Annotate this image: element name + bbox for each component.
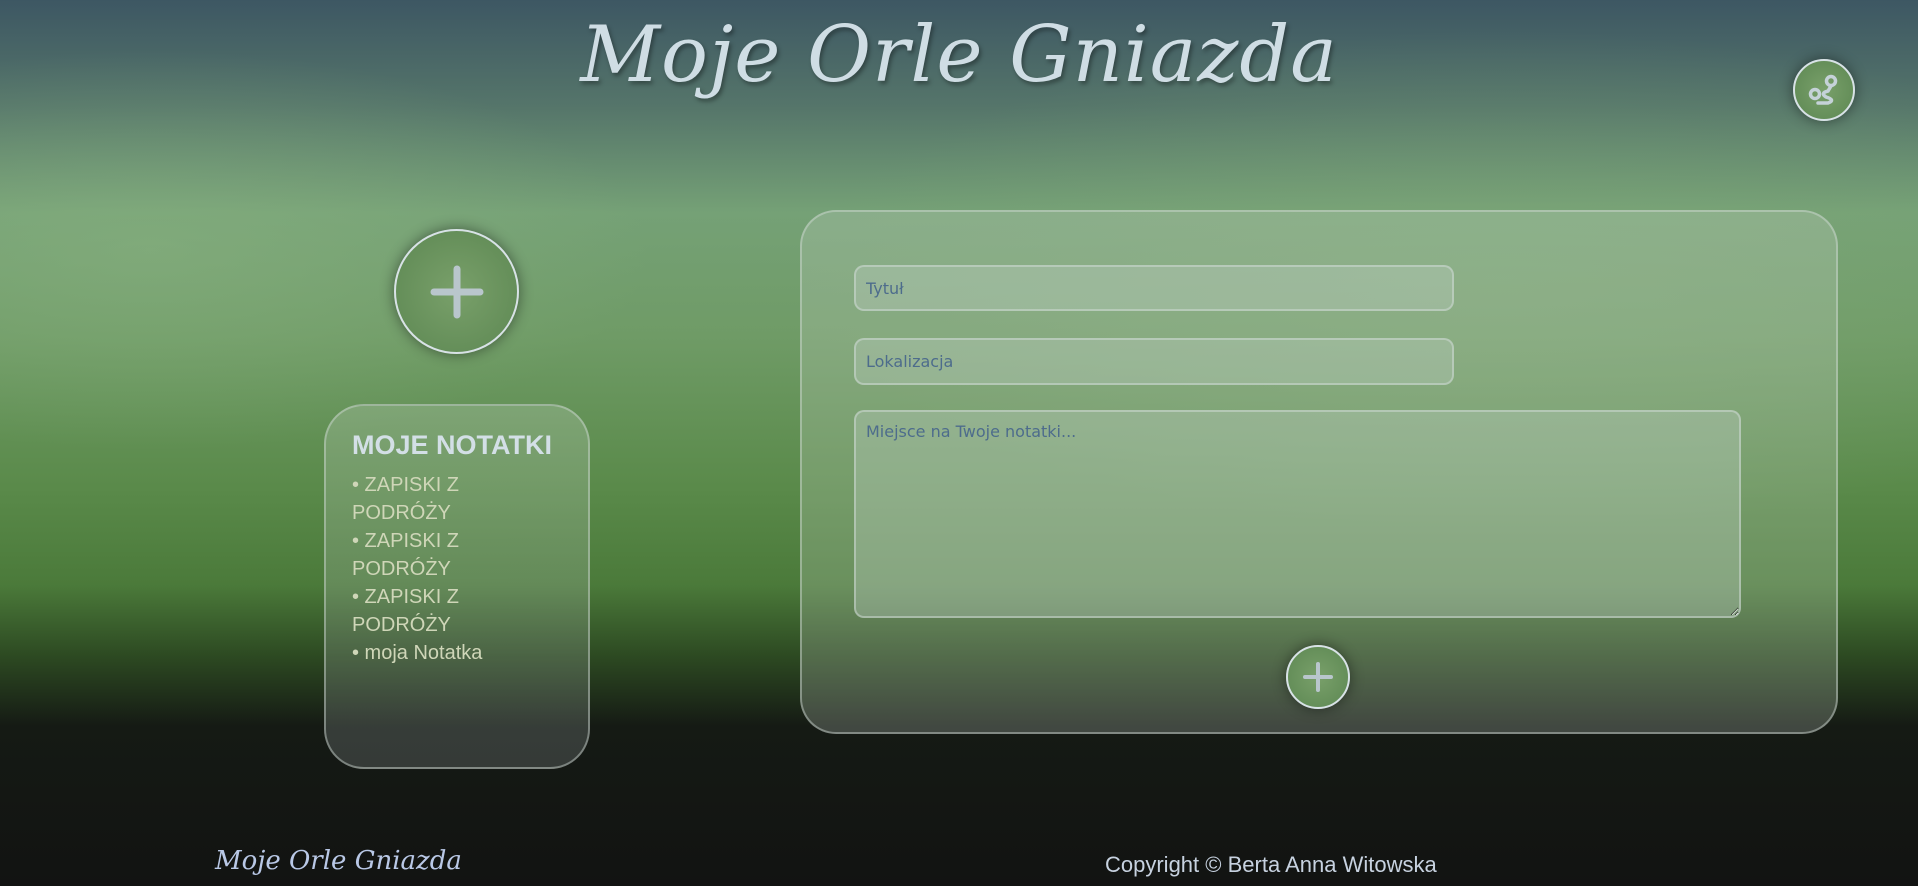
notes-list: • ZAPISKI Z PODRÓŻY • ZAPISKI Z PODRÓŻY … bbox=[352, 471, 562, 667]
submit-note-button[interactable] bbox=[1286, 645, 1350, 709]
route-button[interactable] bbox=[1793, 59, 1855, 121]
note-item[interactable]: • moja Notatka bbox=[352, 639, 552, 667]
site-title: Moje Orle Gniazda bbox=[580, 10, 1338, 100]
note-item[interactable]: • ZAPISKI Z PODRÓŻY bbox=[352, 471, 502, 527]
notes-heading: MOJE NOTATKI bbox=[352, 430, 552, 460]
add-note-button[interactable] bbox=[394, 229, 519, 354]
plus-icon bbox=[430, 265, 483, 318]
note-item[interactable]: • ZAPISKI Z PODRÓŻY bbox=[352, 527, 502, 583]
plus-icon bbox=[1303, 662, 1333, 692]
copyright: Copyright © Berta Anna Witowska bbox=[1105, 852, 1437, 877]
notes-textarea[interactable] bbox=[854, 410, 1741, 618]
footer-logo: Moje Orle Gniazda bbox=[215, 846, 462, 876]
location-input[interactable] bbox=[854, 338, 1454, 385]
title-input[interactable] bbox=[854, 265, 1454, 311]
route-icon bbox=[1808, 74, 1838, 105]
notes-panel: MOJE NOTATKI • ZAPISKI Z PODRÓŻY • ZAPIS… bbox=[324, 404, 590, 769]
note-item[interactable]: • ZAPISKI Z PODRÓŻY bbox=[352, 583, 502, 639]
